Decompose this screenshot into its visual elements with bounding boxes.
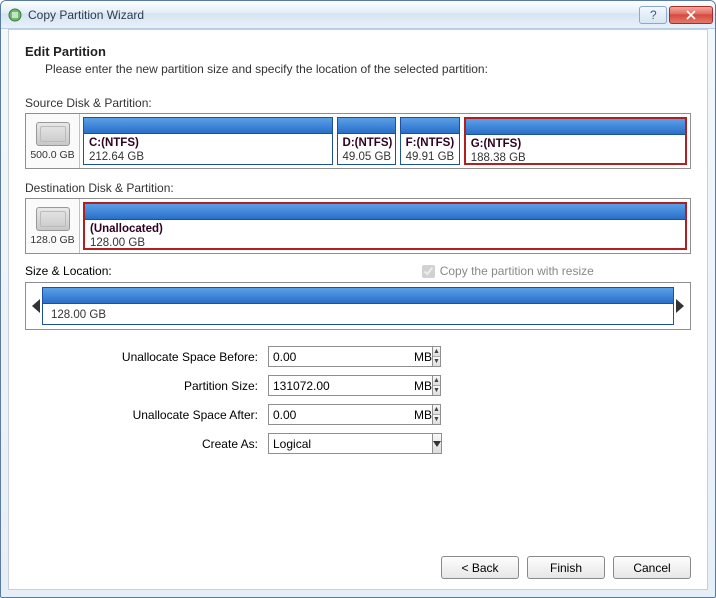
partition-size-spinner[interactable]: ▲▼: [268, 375, 408, 396]
partition-block[interactable]: F:(NTFS)49.91 GB: [400, 117, 460, 165]
source-disk-capacity: 500.0 GB: [30, 149, 74, 161]
wizard-window: Copy Partition Wizard ? Edit Partition P…: [0, 0, 716, 598]
partition-name: C:(NTFS): [89, 136, 327, 150]
resize-handle-left[interactable]: [30, 287, 42, 325]
chevron-down-icon[interactable]: [432, 433, 442, 454]
size-form: Unallocate Space Before: ▲▼ MB Partition…: [25, 346, 691, 454]
window-title: Copy Partition Wizard: [28, 8, 637, 22]
harddisk-icon: [36, 122, 70, 146]
copy-resize-checkbox[interactable]: [422, 265, 435, 278]
svg-text:?: ?: [650, 10, 657, 20]
back-button[interactable]: < Back: [441, 556, 519, 579]
partition-block[interactable]: C:(NTFS)212.64 GB: [83, 117, 333, 165]
partition-block[interactable]: G:(NTFS)188.38 GB: [464, 117, 687, 165]
copy-resize-checkbox-wrap: Copy the partition with resize: [422, 264, 594, 278]
source-disk-row: 500.0 GB C:(NTFS)212.64 GBD:(NTFS)49.05 …: [25, 113, 691, 169]
unit-label: MB: [408, 379, 448, 393]
app-icon: [7, 7, 23, 23]
dest-disk-icon[interactable]: 128.0 GB: [26, 199, 80, 253]
client-area: Edit Partition Please enter the new part…: [8, 29, 708, 590]
create-as-value[interactable]: [268, 433, 432, 454]
partition-block[interactable]: D:(NTFS)49.05 GB: [337, 117, 396, 165]
source-partitions: C:(NTFS)212.64 GBD:(NTFS)49.05 GBF:(NTFS…: [80, 114, 690, 168]
unalloc-after-spinner[interactable]: ▲▼: [268, 404, 408, 425]
partition-size: 188.38 GB: [471, 151, 680, 163]
resize-bar-size: 128.00 GB: [51, 309, 106, 321]
page-title: Edit Partition: [25, 44, 691, 59]
unit-label: MB: [408, 408, 448, 422]
partition-size: 49.91 GB: [406, 150, 454, 164]
partition-name: F:(NTFS): [406, 136, 454, 150]
titlebar[interactable]: Copy Partition Wizard ?: [1, 1, 715, 29]
unalloc-after-label: Unallocate Space After:: [25, 408, 268, 422]
dest-disk-row: 128.0 GB (Unallocated)128.00 GB: [25, 198, 691, 254]
dest-label: Destination Disk & Partition:: [25, 181, 691, 195]
partition-size: 49.05 GB: [343, 150, 390, 164]
sizeloc-label: Size & Location:: [25, 264, 112, 278]
create-as-combo[interactable]: [268, 433, 408, 454]
page-subtitle: Please enter the new partition size and …: [45, 62, 691, 76]
source-disk-icon[interactable]: 500.0 GB: [26, 114, 80, 168]
unit-label: MB: [408, 350, 448, 364]
harddisk-icon: [36, 207, 70, 231]
resize-partition-bar[interactable]: 128.00 GB: [42, 287, 674, 325]
partition-size: 212.64 GB: [89, 150, 327, 164]
partition-size-label: Partition Size:: [25, 379, 268, 393]
cancel-button[interactable]: Cancel: [613, 556, 691, 579]
partition-name: G:(NTFS): [471, 137, 680, 151]
resize-handle-right[interactable]: [674, 287, 686, 325]
dest-partitions: (Unallocated)128.00 GB: [80, 199, 690, 253]
create-as-label: Create As:: [25, 437, 268, 451]
copy-resize-label: Copy the partition with resize: [440, 264, 594, 278]
partition-name: (Unallocated): [90, 222, 680, 236]
close-button[interactable]: [669, 6, 713, 24]
button-bar: < Back Finish Cancel: [25, 546, 691, 579]
partition-size: 128.00 GB: [90, 236, 680, 248]
unalloc-before-spinner[interactable]: ▲▼: [268, 346, 408, 367]
source-label: Source Disk & Partition:: [25, 96, 691, 110]
resize-bar-container: 128.00 GB: [25, 282, 691, 330]
partition-name: D:(NTFS): [343, 136, 390, 150]
partition-block[interactable]: (Unallocated)128.00 GB: [83, 202, 687, 250]
dest-disk-capacity: 128.0 GB: [30, 234, 74, 246]
unalloc-before-label: Unallocate Space Before:: [25, 350, 268, 364]
finish-button[interactable]: Finish: [527, 556, 605, 579]
help-button[interactable]: ?: [639, 6, 667, 24]
